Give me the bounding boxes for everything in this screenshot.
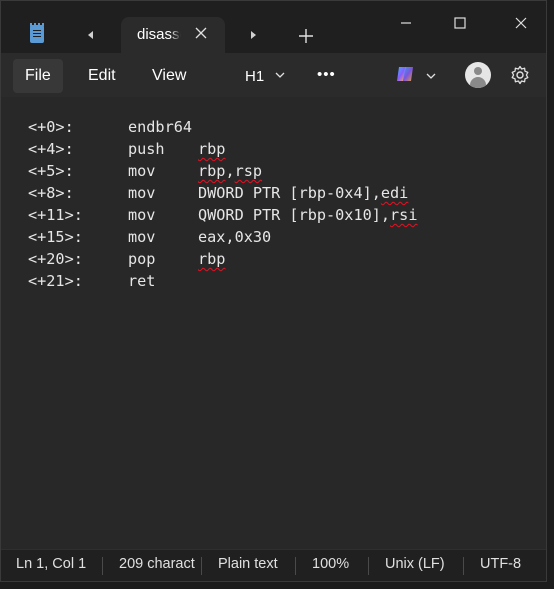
instruction-offset: <+20>:	[28, 250, 83, 268]
heading-dropdown[interactable]: H1	[245, 63, 286, 89]
character-count: 209 charact	[119, 556, 195, 572]
avatar[interactable]	[465, 62, 491, 88]
instruction-operands: eax,0x30	[198, 226, 271, 248]
more-options-button[interactable]: •••	[317, 66, 339, 86]
instruction-operands: QWORD PTR [rbp-0x10],rsi	[198, 204, 417, 226]
notepad-window: disassemble File Edit View H1	[0, 0, 547, 582]
text-format[interactable]: Plain text	[218, 556, 278, 572]
copilot-chevron-down-icon[interactable]	[425, 69, 437, 81]
tab-scroll-right-icon[interactable]	[241, 23, 265, 47]
menu-view[interactable]: View	[140, 59, 198, 93]
operand-text: eax,0x30	[198, 228, 272, 246]
minimize-icon[interactable]	[391, 11, 421, 35]
close-window-icon[interactable]	[506, 11, 536, 35]
heading-label: H1	[245, 67, 265, 85]
status-divider	[295, 557, 296, 575]
tab-disassemble[interactable]: disassemble	[121, 17, 225, 53]
instruction-offset: <+4>:	[28, 140, 74, 158]
status-divider	[368, 557, 369, 575]
instruction-mnemonic: ret	[128, 272, 156, 290]
instruction-operands: rbp,rsp	[198, 160, 262, 182]
instruction-operands: rbp	[198, 138, 225, 160]
status-divider	[463, 557, 464, 575]
instruction-mnemonic: pop	[128, 250, 156, 268]
instruction-mnemonic: mov	[128, 184, 156, 202]
misspelled-word: rbp	[198, 162, 226, 180]
menu-file[interactable]: File	[13, 59, 63, 93]
add-icon[interactable]	[295, 25, 317, 47]
misspelled-word: rsp	[234, 162, 263, 180]
cursor-position: Ln 1, Col 1	[16, 556, 87, 572]
line-ending[interactable]: Unix (LF)	[385, 556, 445, 572]
operand-text: ,	[225, 162, 235, 180]
instruction-offset: <+11>:	[28, 206, 83, 224]
tab-title: disassemble	[137, 26, 181, 43]
status-divider	[201, 557, 202, 575]
instruction-mnemonic: mov	[128, 206, 156, 224]
notepad-app-icon	[30, 23, 44, 43]
encoding[interactable]: UTF-8	[480, 556, 521, 572]
instruction-offset: <+5>:	[28, 162, 74, 180]
tab-scroll-left-icon[interactable]	[79, 23, 103, 47]
zoom-level[interactable]: 100%	[312, 556, 349, 572]
instruction-mnemonic: mov	[128, 162, 156, 180]
operand-text: DWORD PTR [rbp-0x4],	[198, 184, 381, 202]
close-icon[interactable]	[191, 23, 211, 43]
instruction-mnemonic: mov	[128, 228, 156, 246]
operand-text: QWORD PTR [rbp-0x10],	[198, 206, 391, 224]
instruction-mnemonic: push	[128, 140, 165, 158]
misspelled-word: rsi	[390, 206, 418, 224]
gear-icon[interactable]	[509, 64, 531, 86]
text-editor[interactable]: <+0>: endbr64 <+4>: push rbp <+5>: mov rbp,rsp <…	[1, 97, 546, 549]
status-bar: Ln 1, Col 1 209 charact Plain text 100% …	[1, 549, 546, 581]
chevron-down-icon	[274, 68, 286, 85]
misspelled-word: edi	[380, 184, 409, 202]
instruction-offset: <+8>:	[28, 184, 74, 202]
instruction-operands: rbp	[198, 248, 225, 270]
title-bar: disassemble	[1, 1, 546, 53]
instruction-offset: <+21>:	[28, 272, 83, 290]
misspelled-word: rbp	[198, 140, 226, 158]
maximize-icon[interactable]	[445, 11, 475, 35]
instruction-offset: <+0>:	[28, 118, 74, 136]
instruction-operands: DWORD PTR [rbp-0x4],edi	[198, 182, 408, 204]
status-divider	[102, 557, 103, 575]
instruction-mnemonic: endbr64	[128, 118, 193, 136]
menu-edit[interactable]: Edit	[76, 59, 128, 93]
instruction-offset: <+15>:	[28, 228, 83, 246]
misspelled-word: rbp	[198, 250, 226, 268]
copilot-icon[interactable]	[394, 63, 416, 85]
